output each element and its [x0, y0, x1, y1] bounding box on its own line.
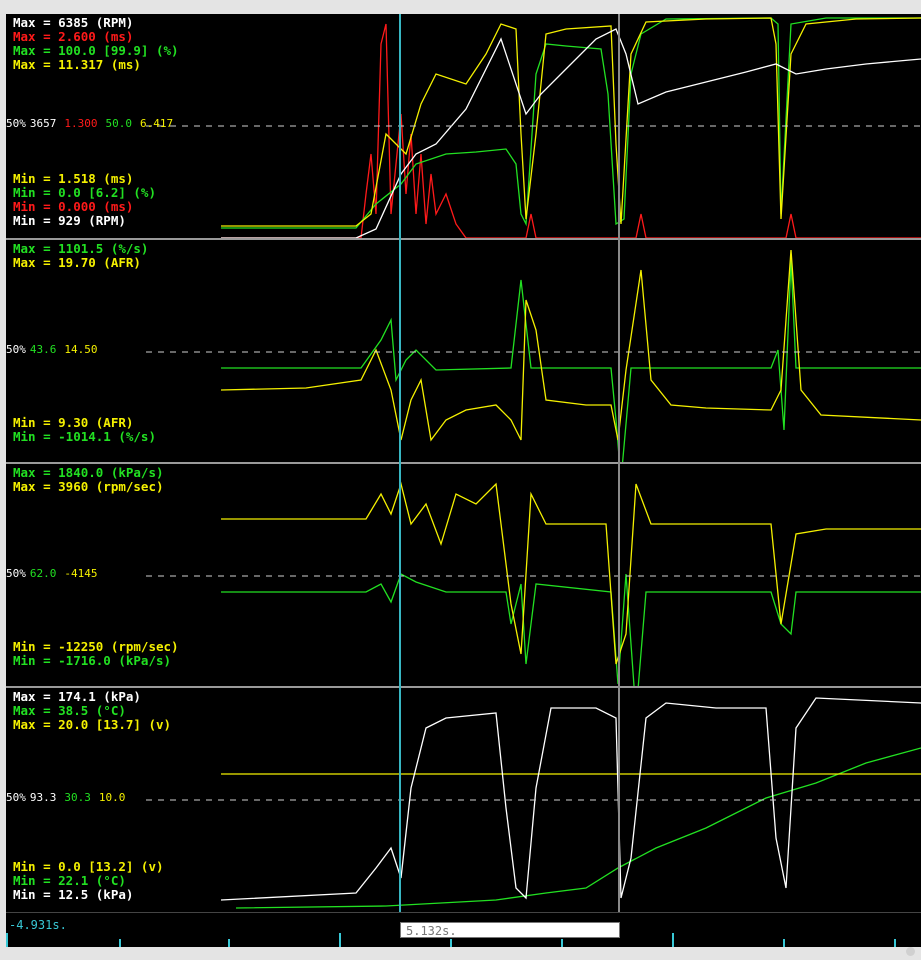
midline-value: 43.6: [29, 343, 57, 356]
log-viewer[interactable]: Max = 6385 (RPM) Max = 2.600 (ms) Max = 10…: [6, 14, 921, 947]
midline-value: 93.3: [29, 791, 57, 804]
time-tick: [228, 939, 230, 947]
graph-panel-3[interactable]: Max = 1840.0 (kPa/s) Max = 3960 (rpm/sec)…: [6, 464, 921, 686]
midline-value: 3657: [29, 117, 57, 130]
time-marker-line[interactable]: [618, 14, 620, 946]
midline-value: 14.50: [64, 343, 98, 356]
midline-value: 50.0: [105, 117, 133, 130]
midline-value: 30.3: [64, 791, 91, 804]
midline-value: 1.300: [64, 117, 98, 130]
time-scrollbar[interactable]: -4.931s. 5.132s.: [6, 912, 921, 947]
midline-value: -4145: [64, 567, 98, 580]
graph-panel-4[interactable]: Max = 174.1 (kPa) Max = 38.5 (°C) Max = 20…: [6, 688, 921, 912]
left-time-label: -4.931s.: [9, 918, 67, 932]
midline-percent: 50%: [6, 117, 26, 130]
cursor-time-value: 5.132s.: [406, 924, 457, 938]
time-tick: [672, 933, 674, 947]
time-tick: [783, 939, 785, 947]
graph-panel-1[interactable]: Max = 6385 (RPM) Max = 2.600 (ms) Max = 10…: [6, 14, 921, 238]
time-tick: [450, 939, 452, 947]
midline-values: 50% 62.0 -4145: [6, 568, 106, 580]
midline-percent: 50%: [6, 567, 26, 580]
midline-dashed: [146, 799, 921, 801]
midline-values: 50% 93.3 30.3 10.0: [6, 792, 133, 804]
cursor-time-readout[interactable]: 5.132s.: [400, 922, 620, 938]
midline-dashed: [146, 575, 921, 577]
midline-percent: 50%: [6, 791, 26, 804]
time-tick: [561, 939, 563, 947]
time-tick: [119, 939, 121, 947]
time-cursor-line[interactable]: [399, 14, 401, 946]
midline-value: 10.0: [98, 791, 126, 804]
midline-value: 6.417: [140, 117, 174, 130]
midline-percent: 50%: [6, 343, 26, 356]
time-tick: [6, 933, 8, 947]
graph-panel-2[interactable]: Max = 1101.5 (%/s) Max = 19.70 (AFR) Min =…: [6, 240, 921, 462]
midline-values: 50% 3657 1.300 50.0 6.417: [6, 118, 181, 130]
midline-value: 62.0: [29, 567, 57, 580]
time-tick: [894, 939, 896, 947]
midline-values: 50% 43.6 14.50: [6, 344, 106, 356]
resize-grip-icon[interactable]: [906, 947, 915, 956]
midline-dashed: [146, 351, 921, 353]
time-tick: [339, 933, 341, 947]
